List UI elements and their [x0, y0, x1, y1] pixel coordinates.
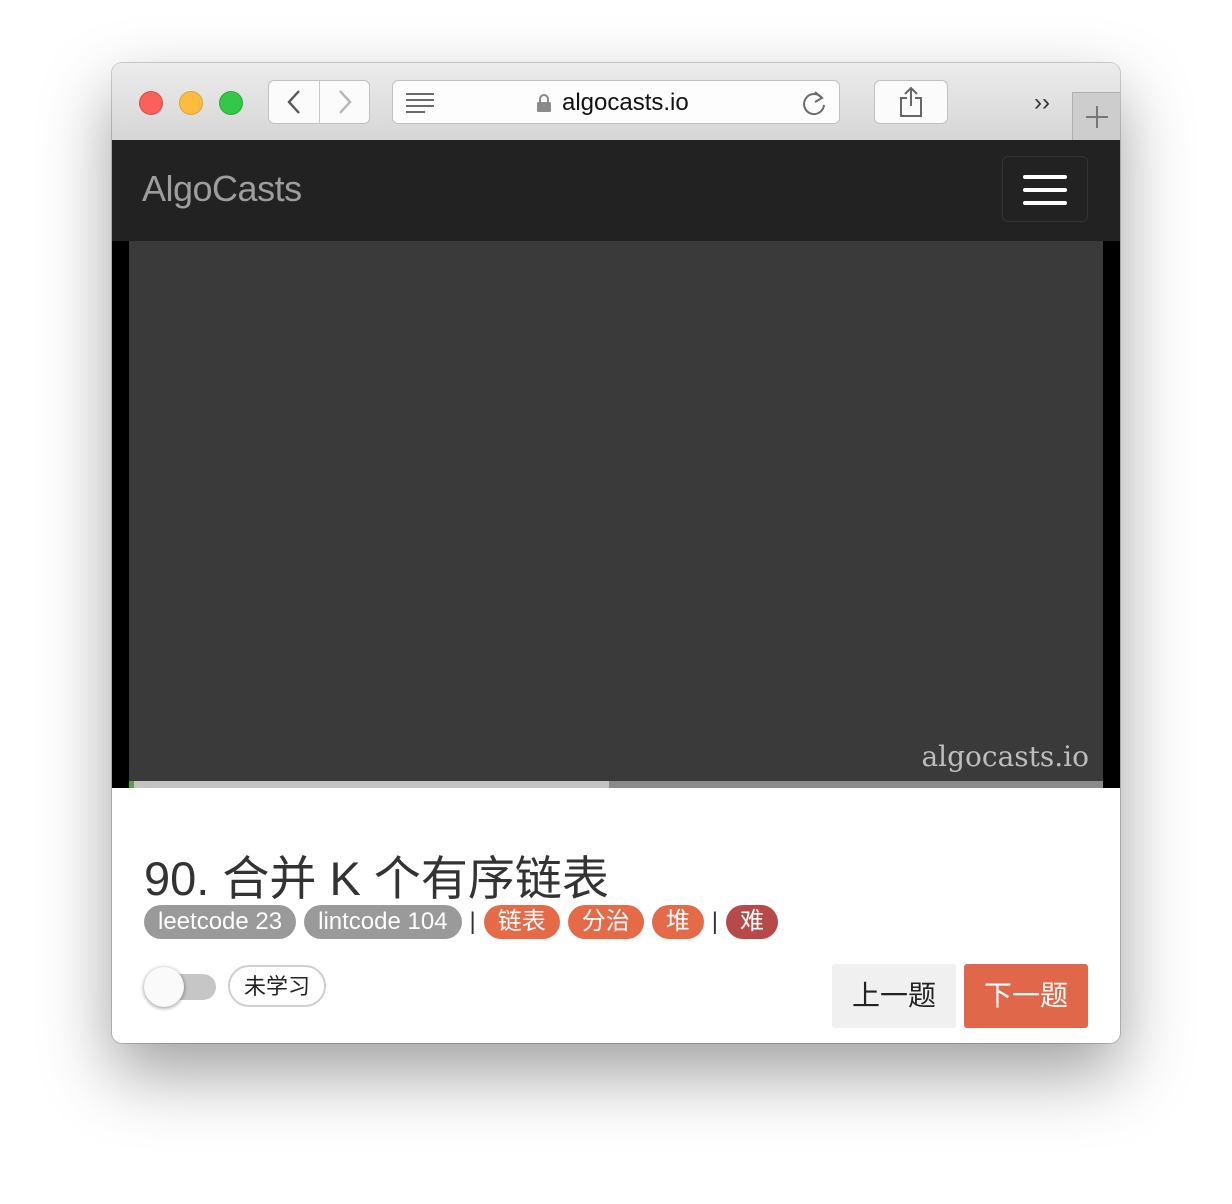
prev-problem-button[interactable]: 上一题	[832, 964, 957, 1028]
share-icon	[900, 86, 922, 117]
zoom-window-button[interactable]	[219, 91, 243, 115]
topic-tag-heap[interactable]: 堆	[651, 905, 704, 939]
plus-icon	[1086, 106, 1108, 128]
topic-tag-linked-list[interactable]: 链表	[483, 905, 560, 939]
tag-separator: |	[469, 908, 476, 935]
hamburger-icon	[1023, 201, 1067, 205]
source-tag-leetcode[interactable]: leetcode 23	[144, 905, 297, 939]
back-button[interactable]	[269, 81, 320, 123]
video-player[interactable]: algocasts.io	[112, 241, 1120, 788]
new-tab-button[interactable]	[1072, 92, 1120, 141]
study-status-badge: 未学习	[228, 965, 327, 1007]
forward-button[interactable]	[320, 81, 369, 123]
share-button[interactable]	[874, 80, 948, 124]
topic-tag-divide-conquer[interactable]: 分治	[567, 905, 644, 939]
url-text: algocasts.io	[562, 89, 689, 116]
video-played-bar	[129, 781, 134, 788]
minimize-window-button[interactable]	[179, 91, 203, 115]
reader-view-icon[interactable]	[405, 92, 435, 114]
hamburger-icon	[1023, 175, 1067, 179]
close-window-button[interactable]	[139, 91, 163, 115]
browser-window: algocasts.io ›› AlgoCasts algocasts.io 9…	[112, 63, 1120, 1043]
site-navbar: AlgoCasts	[112, 140, 1120, 242]
source-tag-lintcode[interactable]: lintcode 104	[304, 905, 462, 939]
next-problem-button[interactable]: 下一题	[964, 964, 1089, 1028]
chevron-right-icon	[339, 90, 352, 114]
lock-icon	[537, 94, 551, 112]
address-bar[interactable]: algocasts.io	[392, 80, 840, 124]
menu-toggle-button[interactable]	[1002, 156, 1088, 222]
overflow-chevrons-icon[interactable]: ››	[1034, 89, 1050, 117]
learned-toggle[interactable]	[144, 967, 216, 1007]
toggle-knob[interactable]	[144, 967, 184, 1007]
video-watermark: algocasts.io	[921, 740, 1089, 773]
video-progress-bar[interactable]	[129, 781, 1103, 788]
difficulty-tag: 难	[726, 905, 779, 939]
hamburger-icon	[1023, 188, 1067, 192]
tag-separator: |	[711, 908, 719, 935]
browser-toolbar: algocasts.io ››	[112, 63, 1120, 141]
reload-icon[interactable]	[801, 89, 827, 117]
video-buffered-bar	[129, 781, 610, 788]
chevron-left-icon	[287, 90, 300, 114]
site-brand[interactable]: AlgoCasts	[142, 168, 302, 210]
problem-tags: leetcode 23 lintcode 104 | 链表 分治 堆 | 难	[144, 905, 786, 939]
history-nav	[268, 80, 370, 124]
video-screen[interactable]: algocasts.io	[129, 241, 1103, 788]
problem-title: 90. 合并 K 个有序链表	[144, 852, 609, 905]
